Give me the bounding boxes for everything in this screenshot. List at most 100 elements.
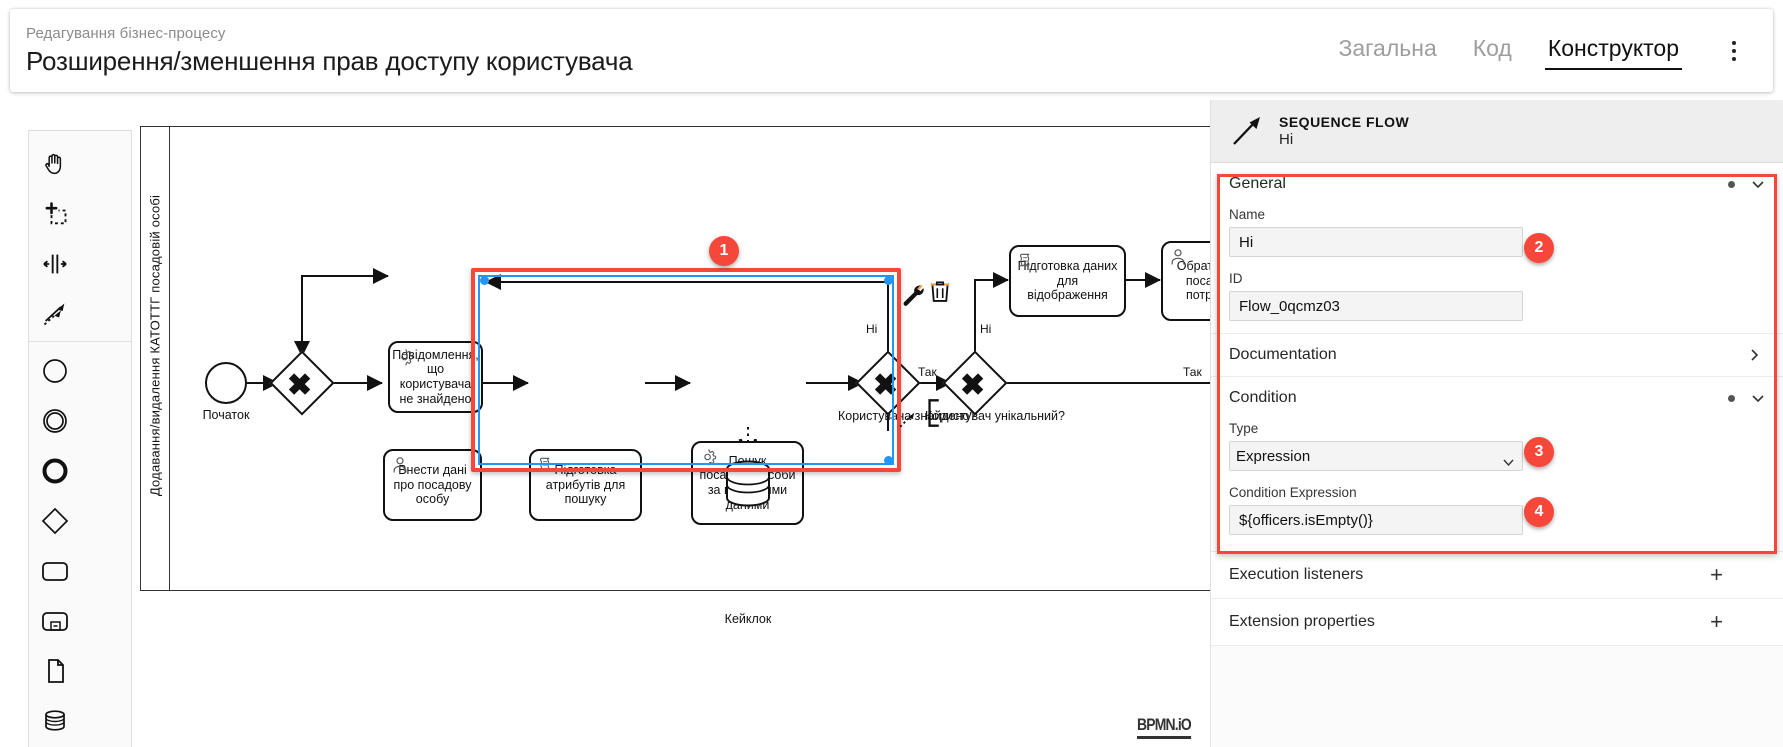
user-task-icon xyxy=(1171,249,1185,265)
header-left: Редагування бізнес-процесу Розширення/зм… xyxy=(26,24,633,77)
row-execution-listeners[interactable]: Execution listeners + xyxy=(1211,551,1783,599)
trash-icon[interactable] xyxy=(927,278,953,304)
properties-header-text: SEQUENCE FLOW Hi xyxy=(1279,114,1409,148)
field-expression-label: Condition Expression xyxy=(1229,485,1357,500)
service-task-icon xyxy=(401,349,414,366)
connect-icon[interactable] xyxy=(898,404,924,430)
sequence-flow-icon xyxy=(1233,117,1260,145)
properties-body: General Name ID Documentation xyxy=(1211,163,1783,646)
chevron-down-icon[interactable] xyxy=(1751,177,1765,191)
more-options-button[interactable] xyxy=(1717,31,1751,71)
palette-divider xyxy=(29,341,131,342)
user-task-icon xyxy=(393,457,407,473)
palette-create-gateway[interactable] xyxy=(29,496,81,546)
execution-listeners-title: Execution listeners xyxy=(1229,566,1364,583)
selection-handle-start[interactable] xyxy=(480,276,489,285)
gateway-2-marker: ✖ xyxy=(960,369,986,402)
palette-lasso-tool[interactable] xyxy=(29,189,81,239)
data-store-label: Кейклок xyxy=(724,612,772,626)
palette-create-data-store[interactable] xyxy=(29,696,81,746)
lane-header: Додавання/видалення КАТОТТГ посадовій ос… xyxy=(140,126,170,591)
element-name-label: Hi xyxy=(1279,131,1294,148)
id-input[interactable] xyxy=(1229,291,1523,321)
lane-label: Додавання/видалення КАТОТТГ посадовій ос… xyxy=(147,194,163,497)
annotation-badge-1: 1 xyxy=(709,236,739,266)
extension-properties-title: Extension properties xyxy=(1229,613,1375,630)
chevron-right-icon[interactable] xyxy=(1750,348,1759,362)
field-type-label: Type xyxy=(1229,421,1259,436)
breadcrumb: Редагування бізнес-процесу xyxy=(26,24,226,42)
properties-panel: SEQUENCE FLOW Hi General Name ID xyxy=(1210,100,1783,747)
group-documentation[interactable]: Documentation xyxy=(1211,333,1783,376)
row-extension-properties[interactable]: Extension properties + xyxy=(1211,599,1783,646)
group-marker-dot xyxy=(1728,180,1735,188)
task-enter-person-data[interactable]: Внести дані про посадову особу xyxy=(383,449,482,521)
selection-handle-end[interactable] xyxy=(884,456,893,465)
app-root: Редагування бізнес-процесу Розширення/зм… xyxy=(0,0,1783,747)
context-pad-delete[interactable] xyxy=(927,278,953,309)
element-type-label: SEQUENCE FLOW xyxy=(1279,114,1410,130)
start-event-label: Початок xyxy=(202,408,250,422)
data-object-icon xyxy=(48,659,64,683)
end-event-icon xyxy=(42,458,68,484)
gateway-icon xyxy=(41,507,69,535)
bpmn-palette[interactable] xyxy=(28,130,132,747)
edge-label-tak-2: Так xyxy=(1183,365,1202,379)
bracket-icon[interactable] xyxy=(922,398,944,428)
kebab-dot xyxy=(1732,48,1736,53)
connect-icon xyxy=(43,303,65,326)
add-extension-property-button[interactable]: + xyxy=(1710,611,1723,633)
page-header: Редагування бізнес-процесу Розширення/зм… xyxy=(10,9,1773,92)
annotation-badge-3: 3 xyxy=(1524,437,1554,467)
wrench-icon[interactable] xyxy=(898,280,926,308)
start-event-icon xyxy=(43,359,67,383)
tab-kod[interactable]: Код xyxy=(1455,33,1530,68)
palette-create-intermediate-event[interactable] xyxy=(29,396,81,446)
context-pad-connect[interactable] xyxy=(898,404,924,435)
field-name-label: Name xyxy=(1229,207,1266,222)
type-select-wrap: Expression xyxy=(1229,441,1523,471)
condition-type-select[interactable]: Expression xyxy=(1229,441,1523,471)
tab-konstruktor[interactable]: Конструктор xyxy=(1530,33,1697,70)
space-tool-icon xyxy=(43,254,67,274)
group-marker-dot xyxy=(1728,394,1735,402)
gateway-0-marker: ✖ xyxy=(287,369,313,402)
group-general-title: General xyxy=(1229,175,1286,192)
palette-create-task[interactable] xyxy=(29,546,81,596)
palette-create-start-event[interactable] xyxy=(29,346,81,396)
name-input[interactable] xyxy=(1229,227,1523,257)
task-icon xyxy=(42,562,68,581)
palette-create-subprocess[interactable] xyxy=(29,596,81,646)
palette-space-tool[interactable] xyxy=(29,239,81,289)
palette-global-connect-tool[interactable] xyxy=(29,289,81,339)
lasso-icon xyxy=(45,202,67,225)
data-store-icon xyxy=(45,710,65,731)
group-general[interactable]: General xyxy=(1211,163,1783,205)
group-condition-title: Condition xyxy=(1229,389,1297,406)
intermediate-event-icon xyxy=(43,409,67,433)
field-condition-expression: Condition Expression xyxy=(1211,483,1783,551)
chevron-down-icon[interactable] xyxy=(1751,391,1765,405)
hand-icon xyxy=(45,153,62,175)
properties-panel-header: SEQUENCE FLOW Hi xyxy=(1211,100,1783,163)
context-pad[interactable] xyxy=(898,280,926,313)
condition-expression-input[interactable] xyxy=(1229,505,1523,535)
add-execution-listener-button[interactable]: + xyxy=(1710,564,1723,586)
selection-handle-bend[interactable] xyxy=(884,276,893,285)
group-condition[interactable]: Condition xyxy=(1211,376,1783,419)
edge-label-tak-1: Так xyxy=(918,365,937,379)
tab-zagalna[interactable]: Загальна xyxy=(1320,33,1454,68)
task-prepare-display-data[interactable]: Підготовка даних для відображення xyxy=(1009,245,1126,317)
task-notify[interactable]: Повідомлення, що користувача не знайдено xyxy=(388,341,483,413)
selection-outline xyxy=(478,275,894,465)
field-id: ID xyxy=(1211,269,1783,333)
bpmn-io-logo: BPMN.iO xyxy=(1137,715,1192,739)
context-pad-append[interactable] xyxy=(922,398,944,433)
page-title: Розширення/зменшення прав доступу корист… xyxy=(26,45,633,76)
palette-hand-tool[interactable] xyxy=(29,139,81,189)
palette-create-data-object[interactable] xyxy=(29,646,81,696)
kebab-dot xyxy=(1732,40,1736,45)
script-task-icon xyxy=(1019,253,1030,267)
start-event[interactable] xyxy=(205,362,247,404)
palette-create-end-event[interactable] xyxy=(29,446,81,496)
